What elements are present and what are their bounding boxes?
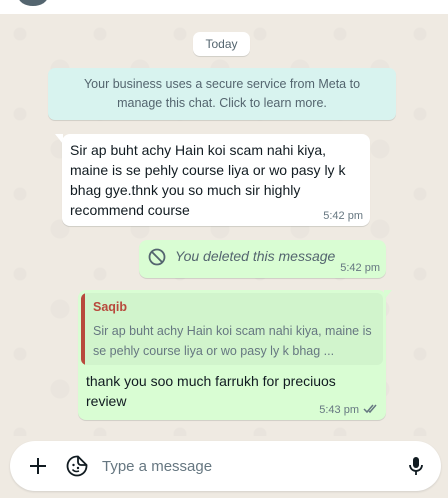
message-input[interactable]	[102, 450, 392, 482]
message-time: 5:43 pm	[319, 404, 359, 416]
sticker-icon[interactable]	[65, 454, 89, 478]
message-composer	[10, 441, 441, 491]
quote-bar	[81, 293, 85, 365]
message-time: 5:42 pm	[323, 210, 363, 222]
quoted-message[interactable]: Saqib Sir ap buht achy Hain koi scam nah…	[81, 293, 383, 365]
double-check-icon	[363, 404, 377, 414]
deleted-message-text: You deleted this message	[175, 248, 336, 264]
mic-icon[interactable]	[404, 454, 428, 478]
reply-message[interactable]: Saqib Sir ap buht achy Hain koi scam nah…	[78, 290, 386, 420]
chat-header	[0, 0, 448, 14]
incoming-message[interactable]: Sir ap buht achy Hain koi scam nahi kiya…	[62, 134, 370, 226]
deleted-icon	[148, 248, 166, 266]
date-chip: Today	[193, 32, 250, 56]
quote-text: Sir ap buht achy Hain koi scam nahi kiya…	[93, 324, 372, 358]
deleted-message[interactable]: You deleted this message 5:42 pm	[139, 240, 386, 278]
message-time: 5:42 pm	[340, 262, 380, 274]
quote-author: Saqib	[93, 300, 128, 314]
encryption-notice[interactable]: Your business uses a secure service from…	[48, 68, 396, 120]
plus-icon[interactable]	[26, 454, 50, 478]
avatar[interactable]	[18, 0, 48, 6]
message-text: Sir ap buht achy Hain koi scam nahi kiya…	[70, 142, 346, 218]
